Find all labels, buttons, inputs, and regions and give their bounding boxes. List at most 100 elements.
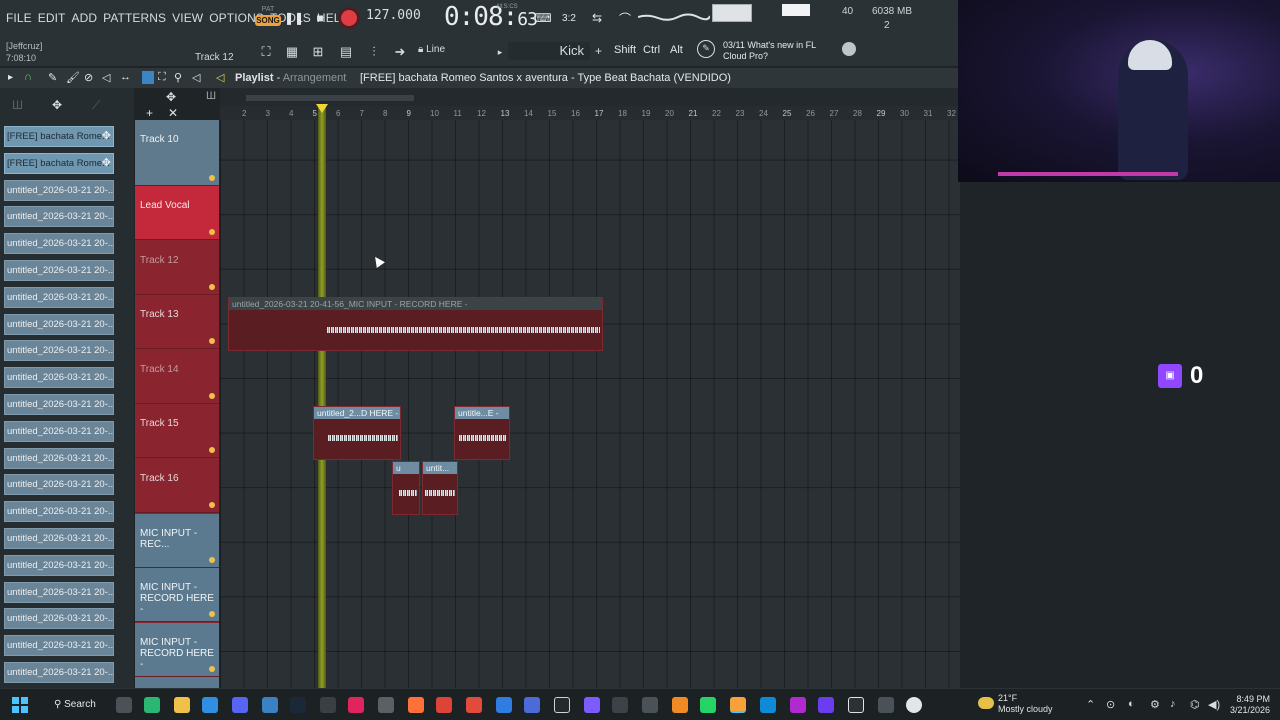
snap-selector[interactable]: 🔒︎ Line — [418, 44, 498, 60]
audio-clip-recording[interactable]: untitled_2026-03-21 20-41-56_MIC INPUT -… — [228, 297, 603, 351]
app-icon-4[interactable] — [466, 697, 482, 713]
track-led-icon[interactable] — [209, 392, 215, 399]
gamepad-icon[interactable] — [584, 697, 600, 713]
track-header[interactable]: MIC INPUT - RECORD HERE - — [135, 622, 219, 677]
picker-item[interactable]: untitled_2026-03-21 20-... — [4, 662, 114, 683]
picker-item[interactable]: untitled_2026-03-21 20-... — [4, 260, 114, 281]
microphone-icon[interactable]: ♪ — [1170, 698, 1176, 710]
zoom-tool-icon[interactable]: ⚲ — [174, 71, 182, 84]
app-icon-7[interactable] — [612, 697, 628, 713]
app-icon-2[interactable] — [262, 697, 278, 713]
record-button[interactable] — [338, 7, 360, 29]
fl-studio-taskbar-icon[interactable] — [730, 697, 746, 713]
magnet-icon[interactable]: ∩ — [24, 71, 32, 83]
playlist-icon[interactable]: ⊞ — [310, 44, 326, 60]
picker-item[interactable]: untitled_2026-03-21 20-... — [4, 554, 114, 576]
picker-item[interactable]: untitled_2026-03-21 20-... — [4, 528, 114, 549]
alt-modifier[interactable]: Alt — [670, 44, 683, 56]
track-led-icon[interactable] — [209, 447, 215, 454]
paint-tool-icon[interactable]: 🖌︎ — [66, 71, 80, 84]
track-led-icon[interactable] — [209, 229, 215, 235]
track-header[interactable]: Track 13 — [135, 295, 219, 350]
menu-view[interactable]: VIEW — [172, 11, 203, 25]
tray-app-3-icon[interactable]: ⚙ — [1150, 698, 1160, 711]
overview-scroll-thumb[interactable] — [246, 95, 414, 101]
app-icon-13[interactable] — [878, 697, 894, 713]
tempo-display[interactable]: 127.000 — [366, 8, 421, 28]
track-led-icon[interactable] — [209, 502, 215, 508]
track-header[interactable]: Track 16 — [135, 459, 219, 513]
picker-item[interactable]: untitled_2026-03-21 20-... — [4, 474, 114, 496]
picker-link-icon[interactable]: ⟋ — [92, 98, 100, 113]
ctrl-modifier[interactable]: Ctrl — [643, 44, 660, 56]
playlist-grid[interactable] — [220, 106, 960, 688]
windows-start-icon[interactable] — [12, 697, 28, 713]
taskbar-clock[interactable]: 8:49 PM 3/21/2026 — [1226, 694, 1270, 716]
taskbar-search[interactable]: ⚲ Search — [46, 695, 102, 715]
track-led-icon[interactable] — [209, 611, 215, 618]
media-icon[interactable] — [906, 697, 922, 713]
add-track-icon[interactable]: + — [146, 106, 153, 120]
audio-clip[interactable]: u — [392, 461, 420, 515]
audio-clip[interactable]: untit... — [422, 461, 458, 515]
picker-move-icon[interactable]: ✥ — [52, 98, 62, 112]
app-icon-1[interactable] — [144, 697, 160, 713]
track-header[interactable]: Track 14 — [135, 350, 219, 404]
stop-button[interactable]: ■ — [310, 8, 330, 28]
app-icon-12[interactable] — [848, 697, 864, 713]
weather-widget[interactable]: 21°F Mostly cloudy — [976, 693, 1066, 717]
app-icon-6[interactable] — [524, 697, 540, 713]
app-icon-11[interactable] — [818, 697, 834, 713]
discord-icon[interactable] — [232, 697, 248, 713]
tray-app-2-icon[interactable]: ◐ — [1128, 698, 1135, 710]
tray-app-icon[interactable]: ⊙ — [1106, 698, 1115, 711]
picker-item[interactable]: untitled_2026-03-21 20-... — [4, 313, 114, 335]
select-tool-icon[interactable] — [142, 71, 154, 84]
picker-item[interactable]: untitled_2026-03-21 20-... — [4, 286, 114, 308]
song-time-display[interactable]: 0:08:63 — [444, 2, 538, 32]
store-icon[interactable] — [202, 697, 218, 713]
typing-keyboard-icon[interactable]: ⌨ — [532, 8, 554, 28]
whatsapp-icon[interactable] — [700, 697, 716, 713]
menu-patterns[interactable]: PATTERNS — [103, 11, 166, 25]
piano-roll-icon[interactable]: ⛶ — [258, 44, 274, 60]
picker-item[interactable]: untitled_2026-03-21 20-... — [4, 420, 114, 442]
picker-item[interactable]: untitled_2026-03-21 20-... — [4, 608, 114, 630]
track-led-icon[interactable] — [209, 338, 215, 345]
play-small-icon[interactable]: ▸ — [492, 44, 508, 60]
playhead[interactable] — [318, 106, 326, 688]
picker-item[interactable]: untitled_2026-03-21 20-... — [4, 581, 114, 603]
picker-item[interactable]: [FREE] bachata Rome... ✥ — [4, 126, 114, 147]
track-options-icon[interactable]: Ш — [206, 90, 216, 102]
draw-tool-icon[interactable]: ✎ — [48, 71, 57, 84]
picker-item[interactable]: untitled_2026-03-21 20-... — [4, 233, 114, 255]
track-add-icon[interactable]: ✥ — [166, 90, 176, 104]
audio-clip[interactable]: untitled_2...D HERE - — [313, 406, 401, 460]
picker-item[interactable]: untitled_2026-03-21 20-... — [4, 635, 114, 657]
capcut-2-icon[interactable] — [554, 697, 570, 713]
pause-button[interactable]: ❚❚ — [284, 8, 304, 28]
app-icon-3[interactable] — [320, 697, 336, 713]
master-volume[interactable] — [782, 4, 810, 16]
channel-rack-icon[interactable]: ▦ — [284, 44, 300, 60]
channel-selector[interactable]: Kick — [508, 42, 590, 60]
menu-add[interactable]: ADD — [71, 11, 97, 25]
steam-icon[interactable] — [290, 697, 306, 713]
chrome-icon[interactable] — [436, 697, 452, 713]
plugin-icon[interactable]: ⫶ — [366, 44, 382, 60]
mixer-icon[interactable]: ▤ — [338, 44, 354, 60]
app-icon-10[interactable] — [790, 697, 806, 713]
menu-file[interactable]: FILE — [6, 11, 32, 25]
picker-pattern-icon[interactable]: Ш — [12, 98, 23, 112]
menu-edit[interactable]: EDIT — [38, 11, 66, 25]
file-explorer-icon[interactable] — [174, 697, 190, 713]
picker-item[interactable]: untitled_2026-03-21 20-... — [4, 447, 114, 469]
picker-item[interactable]: untitled_2026-03-21 20-... — [4, 394, 114, 415]
delete-tool-icon[interactable]: ⊘ — [84, 71, 93, 84]
track-header[interactable]: Track 12 — [135, 241, 219, 295]
track-led-icon[interactable] — [209, 665, 215, 672]
slip-tool-icon[interactable]: ↔ — [120, 71, 131, 83]
track-header[interactable]: Track 15 — [135, 404, 219, 459]
picker-item[interactable]: untitled_2026-03-21 20-... — [4, 206, 114, 228]
track-header[interactable]: MIC INPUT - REC... — [135, 513, 219, 568]
